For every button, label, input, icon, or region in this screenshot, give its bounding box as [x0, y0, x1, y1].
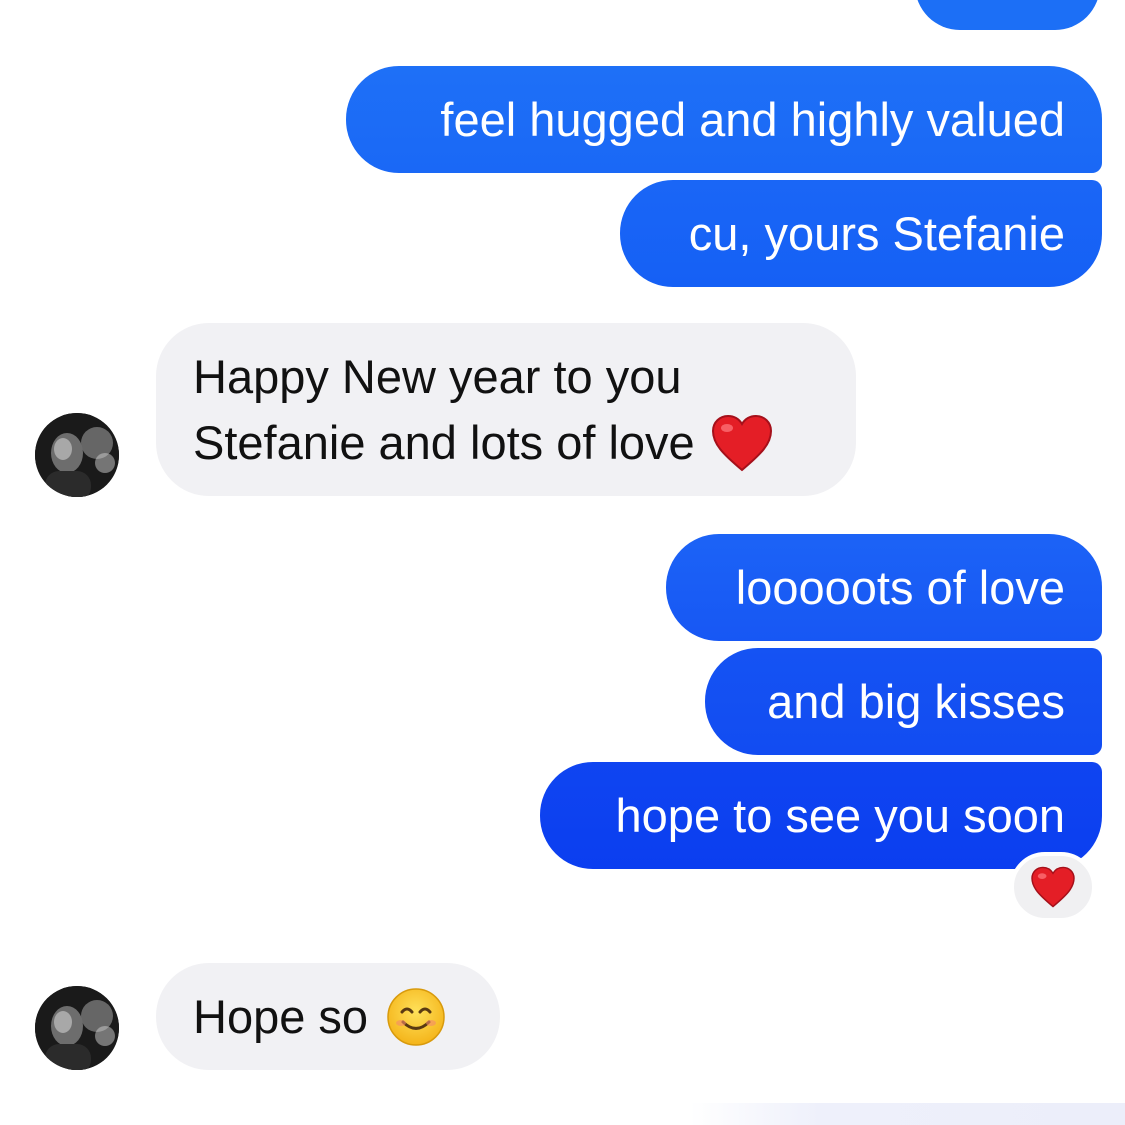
- message-text: feel hugged and highly valued: [440, 92, 1065, 146]
- message-text-line: Stefanie and lots of love: [193, 415, 695, 469]
- message-text: Hope so: [193, 989, 369, 1043]
- message-text: hope to see you soon: [615, 788, 1065, 842]
- heart-icon: [711, 414, 772, 471]
- message-bubble-outgoing[interactable]: cu, yours Stefanie: [620, 180, 1102, 287]
- contact-avatar[interactable]: [35, 413, 119, 497]
- message-text: and big kisses: [767, 674, 1065, 728]
- message-bubble-outgoing[interactable]: and big kisses: [705, 648, 1102, 755]
- composer-edge: [690, 1103, 1125, 1125]
- message-bubble-incoming[interactable]: Happy New year to you Stefanie and lots …: [156, 323, 856, 496]
- reaction-badge[interactable]: [1010, 852, 1096, 922]
- avatar-photo-icon: [35, 986, 119, 1070]
- message-text: looooots of love: [735, 560, 1065, 614]
- message-text-line-with-emoji: Stefanie and lots of love: [193, 410, 773, 476]
- message-text-line: Happy New year to you: [193, 349, 682, 403]
- message-text: cu, yours Stefanie: [688, 206, 1065, 260]
- contact-avatar[interactable]: [35, 986, 119, 1070]
- message-bubble-partial[interactable]: [915, 0, 1100, 30]
- avatar-photo-icon: [35, 413, 119, 497]
- message-bubble-outgoing[interactable]: looooots of love: [666, 534, 1102, 641]
- message-bubble-outgoing[interactable]: feel hugged and highly valued: [346, 66, 1102, 173]
- smiling-face-icon: [387, 987, 445, 1046]
- message-bubble-incoming[interactable]: Hope so: [156, 963, 500, 1070]
- heart-icon: [1031, 866, 1075, 908]
- message-bubble-outgoing[interactable]: hope to see you soon: [540, 762, 1102, 869]
